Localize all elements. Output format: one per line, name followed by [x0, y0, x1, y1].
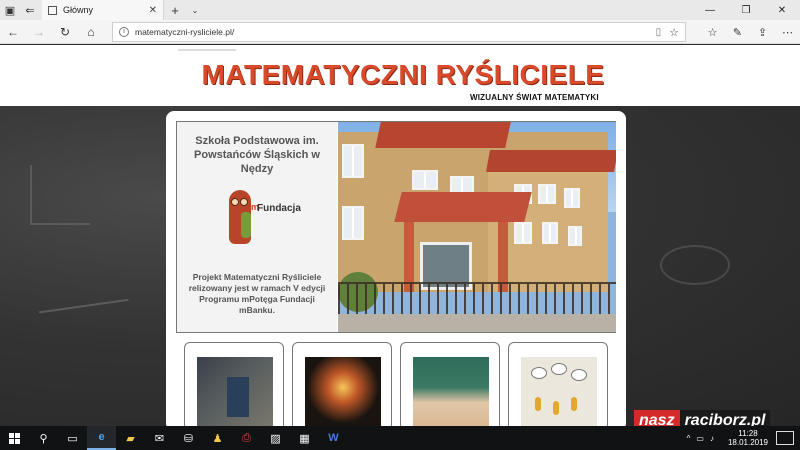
hero-info: Szkoła Podstawowa im. Powstańców Śląskic… — [177, 122, 337, 332]
gallery-thumbnail[interactable] — [184, 342, 284, 426]
content-panel: Szkoła Podstawowa im. Powstańców Śląskic… — [166, 111, 626, 426]
header-tab — [178, 45, 236, 51]
project-description: Projekt Matematyczni Ryśliciele relizowa… — [188, 272, 326, 315]
mail-icon[interactable]: ✉ — [145, 426, 174, 450]
store-icon[interactable]: ⛁ — [174, 426, 203, 450]
taskbar: ⚲ ▭ e ▰ ✉ ⛁ ♟ ⎙ ▨ ▦ W ^ ▭ ♪ 11:28 18.01.… — [0, 426, 800, 450]
chalk-doodle — [660, 245, 730, 285]
task-view-icon[interactable]: ▭ — [58, 426, 87, 450]
home-button[interactable]: ⌂ — [78, 20, 104, 44]
system-tray: ^ ▭ ♪ 11:28 18.01.2019 — [687, 429, 800, 447]
foundation-logo: m Fundacja — [223, 190, 301, 248]
browser-tab[interactable]: Główny ✕ — [42, 0, 164, 20]
page-icon — [48, 5, 57, 15]
more-icon[interactable]: ⋯ — [775, 26, 800, 39]
minimize-button[interactable]: — — [692, 5, 728, 16]
site-info-icon[interactable]: i — [119, 27, 129, 37]
chalk-doodle — [30, 165, 90, 225]
site-header: MATEMATYCZNI RYŚLICIELE WIZUALNY ŚWIAT M… — [0, 45, 800, 106]
clock[interactable]: 11:28 18.01.2019 — [728, 429, 768, 447]
maximize-button[interactable]: ❐ — [728, 5, 764, 16]
school-name: Szkoła Podstawowa im. Powstańców Śląskic… — [194, 135, 320, 175]
back-tabs-icon[interactable]: ⇐ — [20, 0, 40, 20]
network-icon[interactable]: ▭ — [696, 434, 704, 443]
forward-button[interactable]: → — [26, 20, 52, 44]
edge-browser-icon[interactable]: e — [87, 426, 116, 450]
calculator-icon[interactable]: ▦ — [290, 426, 319, 450]
tab-actions-icon[interactable]: ▣ — [0, 0, 20, 20]
gallery-thumbnail[interactable] — [508, 342, 608, 426]
volume-icon[interactable]: ♪ — [710, 434, 714, 443]
hero-banner: Szkoła Podstawowa im. Powstańców Śląskic… — [176, 121, 616, 333]
clock-date: 18.01.2019 — [727, 438, 768, 447]
chevron-down-icon[interactable]: ⌄ — [186, 6, 204, 15]
windows-icon — [9, 432, 20, 444]
new-tab-button[interactable]: + — [164, 3, 186, 18]
chevron-up-icon[interactable]: ^ — [687, 434, 691, 443]
reading-view-icon[interactable]: ▯ — [656, 27, 662, 38]
browser-toolbar-right: ☆ ✎ ⇪ ⋯ — [700, 20, 800, 44]
start-button[interactable] — [0, 426, 29, 450]
close-window-button[interactable]: ✕ — [764, 5, 800, 16]
window-controls: — ❐ ✕ — [692, 5, 800, 16]
search-icon[interactable]: ⚲ — [29, 426, 58, 450]
school-photo — [338, 122, 616, 332]
app-icon[interactable]: ♟ — [203, 426, 232, 450]
back-button[interactable]: ← — [0, 20, 26, 44]
file-explorer-icon[interactable]: ▰ — [116, 426, 145, 450]
share-icon[interactable]: ⇪ — [750, 26, 775, 39]
notifications-icon[interactable] — [776, 431, 794, 445]
owl-icon — [229, 190, 251, 244]
favorites-icon[interactable]: ☆ — [700, 26, 725, 39]
word-icon[interactable]: W — [319, 426, 348, 450]
site-tagline: WIZUALNY ŚWIAT MATEMATYKI — [470, 93, 599, 102]
gallery-thumbnail[interactable] — [292, 342, 392, 426]
chalk-doodle — [39, 298, 131, 332]
site-logo[interactable]: MATEMATYCZNI RYŚLICIELE — [198, 59, 608, 91]
web-page: MATEMATYCZNI RYŚLICIELE WIZUALNY ŚWIAT M… — [0, 45, 800, 426]
notes-icon[interactable]: ✎ — [725, 26, 750, 39]
favorite-star-icon[interactable]: ☆ — [669, 26, 679, 39]
close-tab-icon[interactable]: ✕ — [149, 5, 157, 16]
pdf-icon[interactable]: ⎙ — [232, 426, 261, 450]
clock-time: 11:28 — [738, 429, 758, 438]
gallery-thumbnail[interactable] — [400, 342, 500, 426]
browser-titlebar: ▣ ⇐ Główny ✕ + ⌄ — ❐ ✕ — [0, 0, 800, 20]
foundation-label: Fundacja — [257, 203, 301, 214]
tab-title: Główny — [63, 5, 94, 15]
address-bar[interactable]: i matematyczni-rysliciele.pl/ ▯ ☆ — [112, 22, 686, 42]
refresh-button[interactable]: ↻ — [52, 20, 78, 44]
gallery-thumbnails — [184, 342, 614, 426]
address-url: matematyczni-rysliciele.pl/ — [135, 27, 235, 37]
photos-icon[interactable]: ▨ — [261, 426, 290, 450]
